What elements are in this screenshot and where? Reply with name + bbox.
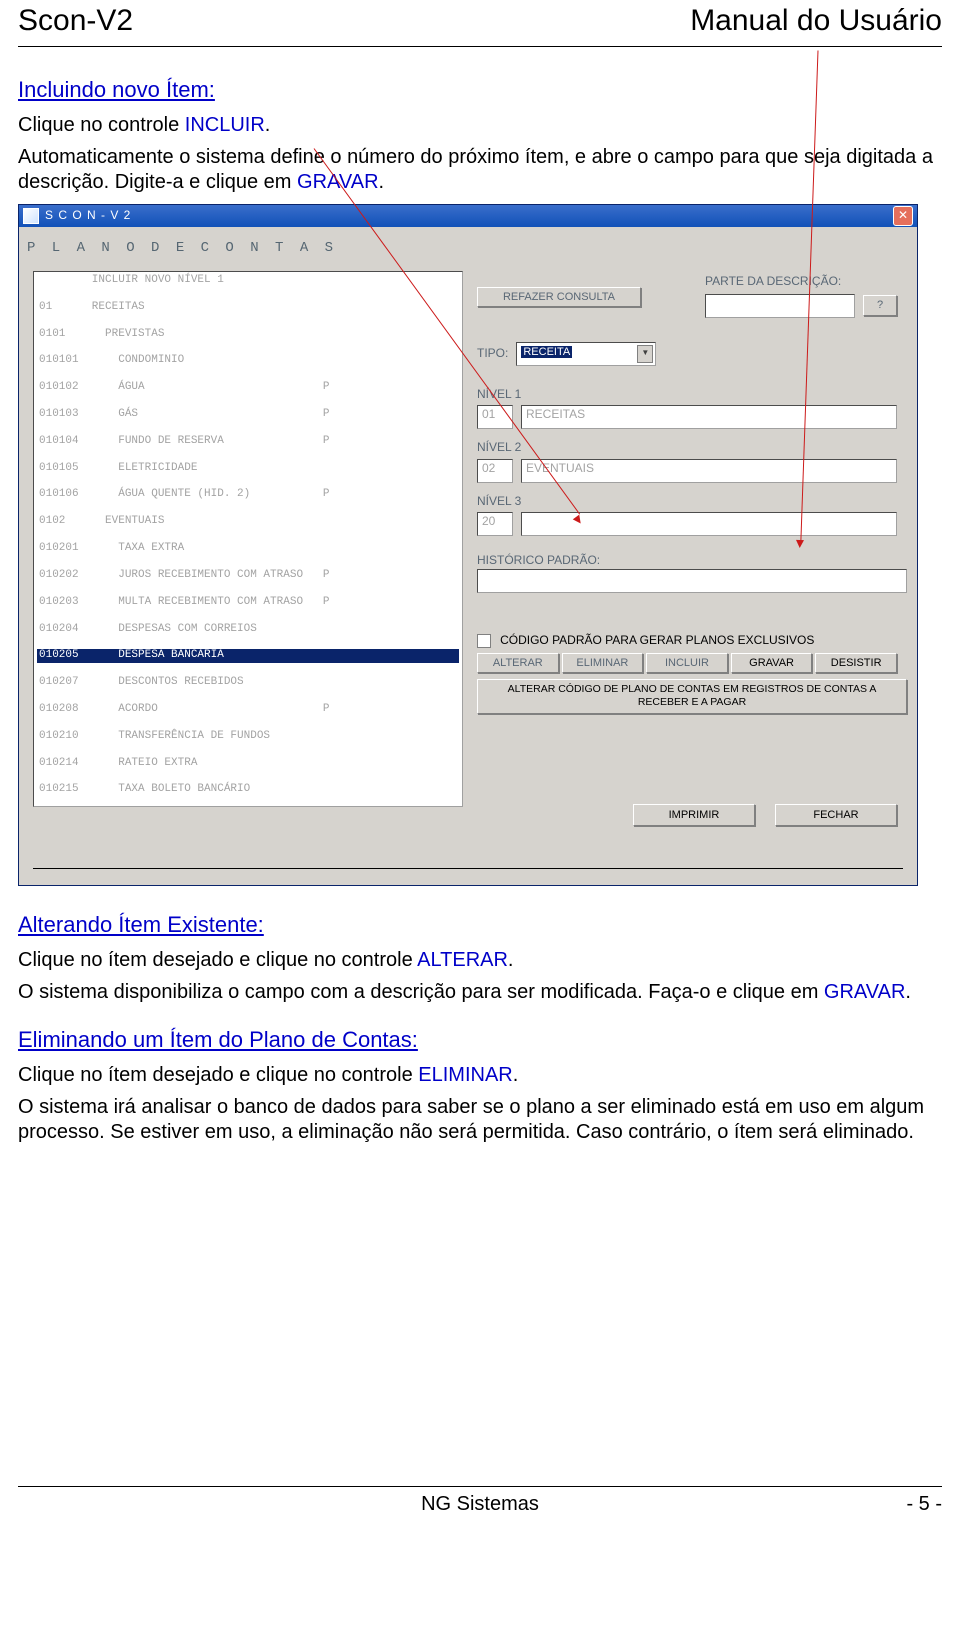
list-item[interactable]: 010214 RATEIO EXTRA [37, 757, 459, 770]
list-item[interactable]: 010205 DESPESA BANCARIA [37, 649, 459, 662]
section3-title: Eliminando um Ítem do Plano de Contas: [18, 1027, 942, 1053]
footer-company: NG Sistemas [421, 1493, 539, 1516]
window-title: S C O N - V 2 [45, 208, 131, 224]
nivel3-label: NÍVEL 3 [477, 494, 897, 510]
alterar-codigo-plano-button[interactable]: ALTERAR CÓDIGO DE PLANO DE CONTAS EM REG… [477, 679, 907, 714]
tipo-label: TIPO: [477, 346, 508, 362]
list-item[interactable]: 010210 TRANSFERÊNCIA DE FUNDOS [37, 730, 459, 743]
section2-paragraph-1: Clique no ítem desejado e clique no cont… [18, 948, 942, 974]
nivel2-code-input[interactable]: 02 [477, 459, 513, 483]
eliminar-button[interactable]: ELIMINAR [562, 653, 644, 673]
nivel1-label: NÍVEL 1 [477, 387, 897, 403]
list-item[interactable]: 010207 DESCONTOS RECEBIDOS [37, 676, 459, 689]
list-item[interactable]: 010203 MULTA RECEBIMENTO COM ATRASO P [37, 596, 459, 609]
section3-paragraph-2: O sistema irá analisar o banco de dados … [18, 1095, 942, 1146]
checkbox-icon[interactable] [477, 634, 491, 648]
section2-title: Alterando Ítem Existente: [18, 912, 942, 938]
refazer-consulta-button[interactable]: REFAZER CONSULTA [477, 287, 641, 307]
arrow-head-2 [796, 540, 804, 548]
header-rule [18, 46, 942, 47]
list-item[interactable]: 010105 ELETRICIDADE [37, 462, 459, 475]
list-item[interactable]: 010101 CONDOMINIO [37, 354, 459, 367]
codigo-padrao-checkbox-row[interactable]: CÓDIGO PADRÃO PARA GERAR PLANOS EXCLUSIV… [477, 633, 897, 649]
list-item[interactable]: 010202 JUROS RECEBIMENTO COM ATRASO P [37, 569, 459, 582]
gravar-button[interactable]: GRAVAR [731, 653, 813, 673]
section1-paragraph-2: Automaticamente o sistema define o númer… [18, 145, 942, 196]
section2-paragraph-2: O sistema disponibiliza o campo com a de… [18, 980, 942, 1006]
list-item[interactable]: 010201 TAXA EXTRA [37, 542, 459, 555]
window-icon [23, 208, 39, 224]
window-bottom-rule [33, 868, 903, 869]
nivel3-code-input[interactable]: 20 [477, 512, 513, 536]
parte-descricao-label: PARTE DA DESCRIÇÃO: [705, 274, 897, 290]
close-icon[interactable]: ✕ [893, 206, 913, 226]
incluir-button[interactable]: INCLUIR [646, 653, 728, 673]
list-item[interactable]: 010215 TAXA BOLETO BANCÁRIO [37, 783, 459, 796]
plano-list[interactable]: INCLUIR NOVO NÍVEL 1 01 RECEITAS 0101 PR… [33, 271, 463, 807]
codigo-padrao-label: CÓDIGO PADRÃO PARA GERAR PLANOS EXCLUSIV… [500, 633, 814, 647]
window-heading: P L A N O D E C O N T A S [27, 239, 917, 257]
tipo-value: RECEITA [521, 346, 572, 358]
help-button[interactable]: ? [863, 295, 897, 315]
section1-title: Incluindo novo Ítem: [18, 77, 942, 103]
section3-paragraph-1: Clique no ítem desejado e clique no cont… [18, 1063, 942, 1089]
desistir-button[interactable]: DESISTIR [815, 653, 897, 673]
list-item[interactable]: 010102 ÁGUA P [37, 381, 459, 394]
chevron-down-icon[interactable]: ▼ [637, 345, 653, 363]
header-manual-title: Manual do Usuário [690, 4, 942, 38]
list-item[interactable]: 01 RECEITAS [37, 301, 459, 314]
nivel2-label: NÍVEL 2 [477, 440, 897, 456]
list-item[interactable]: INCLUIR NOVO NÍVEL 1 [37, 274, 459, 287]
nivel1-desc-input[interactable]: RECEITAS [521, 405, 897, 429]
list-item[interactable]: 010104 FUNDO DE RESERVA P [37, 435, 459, 448]
section1-paragraph-1: Clique no controle INCLUIR. [18, 113, 942, 139]
tipo-dropdown[interactable]: RECEITA ▼ [516, 342, 656, 366]
list-item[interactable]: 010204 DESPESAS COM CORREIOS [37, 623, 459, 636]
historico-input[interactable] [477, 569, 907, 593]
list-item[interactable]: 010103 GÁS P [37, 408, 459, 421]
list-item[interactable]: 0101 PREVISTAS [37, 328, 459, 341]
nivel2-desc-input[interactable]: EVENTUAIS [521, 459, 897, 483]
scon-window: S C O N - V 2 ✕ P L A N O D E C O N T A … [18, 204, 918, 886]
list-item[interactable]: 010208 ACORDO P [37, 703, 459, 716]
list-item[interactable]: 0102 EVENTUAIS [37, 515, 459, 528]
fechar-button[interactable]: FECHAR [775, 804, 897, 826]
alterar-button[interactable]: ALTERAR [477, 653, 559, 673]
page-number: - 5 - [906, 1493, 942, 1516]
header-app-name: Scon-V2 [18, 4, 133, 38]
parte-descricao-input[interactable] [705, 294, 855, 318]
footer-rule [18, 1486, 942, 1487]
list-item[interactable]: 010106 ÁGUA QUENTE (HID. 2) P [37, 488, 459, 501]
historico-label: HISTÓRICO PADRÃO: [477, 553, 897, 569]
imprimir-button[interactable]: IMPRIMIR [633, 804, 755, 826]
window-titlebar: S C O N - V 2 ✕ [19, 205, 917, 227]
